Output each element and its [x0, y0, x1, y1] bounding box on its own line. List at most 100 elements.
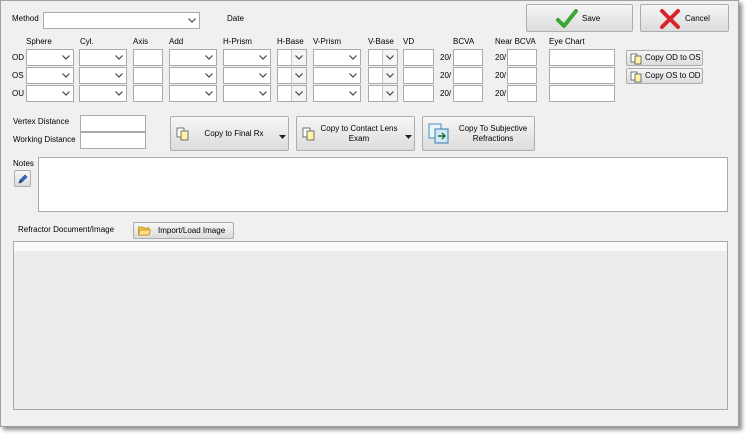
col-bcva: BCVA: [453, 37, 475, 46]
row-label: OD: [12, 53, 24, 62]
chevron-down-icon: [112, 68, 126, 83]
image-viewer[interactable]: [13, 241, 728, 410]
copy-os-to-od-button[interactable]: Copy OS to OD: [626, 68, 703, 84]
chevron-down-icon: [382, 50, 397, 65]
add-select[interactable]: [169, 67, 217, 84]
near-bcva-input[interactable]: [507, 49, 537, 66]
dropdown-arrow-icon: [279, 132, 286, 141]
chevron-down-icon: [291, 68, 306, 83]
chevron-down-icon: [346, 68, 360, 83]
chevron-down-icon: [291, 50, 306, 65]
copy-pages-icon: [428, 123, 450, 147]
near-bcva-input[interactable]: [507, 67, 537, 84]
working-distance-input[interactable]: [80, 132, 146, 149]
hbase-select[interactable]: [277, 67, 307, 84]
vprism-select[interactable]: [313, 85, 361, 102]
copy-icon: [176, 127, 190, 143]
vbase-select[interactable]: [368, 67, 398, 84]
sphere-select[interactable]: [26, 67, 74, 84]
checkmark-icon: [556, 8, 578, 32]
hbase-select[interactable]: [277, 85, 307, 102]
cyl-select[interactable]: [79, 85, 127, 102]
vd-input[interactable]: [403, 85, 434, 102]
axis-input[interactable]: [133, 67, 163, 84]
copy-to-contact-lens-button[interactable]: Copy to Contact Lens Exam: [296, 116, 415, 151]
chevron-down-icon: [346, 86, 360, 101]
near-bcva-prefix: 20/: [495, 89, 507, 98]
cyl-select[interactable]: [79, 67, 127, 84]
save-button[interactable]: Save: [526, 4, 633, 32]
copy-icon: [630, 53, 642, 67]
col-vd: VD: [403, 37, 415, 46]
eye-chart-input[interactable]: [549, 49, 615, 66]
copy-to-subjective-button[interactable]: Copy To Subjective Refractions: [422, 116, 535, 151]
chevron-down-icon: [202, 86, 216, 101]
date-label: Date: [227, 14, 244, 23]
copy-icon: [630, 71, 642, 85]
folder-open-icon: [138, 225, 151, 238]
bcva-prefix: 20/: [440, 89, 452, 98]
hprism-select[interactable]: [223, 67, 271, 84]
sphere-select[interactable]: [26, 85, 74, 102]
notes-label: Notes: [13, 159, 34, 168]
near-bcva-prefix: 20/: [495, 53, 507, 62]
add-select[interactable]: [169, 49, 217, 66]
chevron-down-icon: [59, 50, 73, 65]
chevron-down-icon: [112, 86, 126, 101]
axis-input[interactable]: [133, 85, 163, 102]
chevron-down-icon: [256, 68, 270, 83]
sphere-select[interactable]: [26, 49, 74, 66]
bcva-prefix: 20/: [440, 53, 452, 62]
col-vprism: V-Prism: [313, 37, 341, 46]
col-near-bcva: Near BCVA: [495, 37, 536, 46]
col-cyl: Cyl.: [80, 37, 94, 46]
col-eye-chart: Eye Chart: [549, 37, 585, 46]
eye-chart-input[interactable]: [549, 67, 615, 84]
method-select[interactable]: [43, 12, 200, 29]
vertex-distance-label: Vertex Distance: [13, 117, 70, 126]
col-add: Add: [169, 37, 184, 46]
vbase-select[interactable]: [368, 85, 398, 102]
vertex-distance-input[interactable]: [80, 115, 146, 132]
add-select[interactable]: [169, 85, 217, 102]
col-sphere: Sphere: [26, 37, 52, 46]
near-bcva-input[interactable]: [507, 85, 537, 102]
vd-input[interactable]: [403, 67, 434, 84]
col-hprism: H-Prism: [223, 37, 252, 46]
chevron-down-icon: [59, 68, 73, 83]
hprism-select[interactable]: [223, 85, 271, 102]
hbase-select[interactable]: [277, 49, 307, 66]
vprism-select[interactable]: [313, 49, 361, 66]
bcva-input[interactable]: [453, 49, 483, 66]
copy-to-final-rx-button[interactable]: Copy to Final Rx: [170, 116, 289, 151]
cancel-button[interactable]: Cancel: [640, 4, 729, 32]
hprism-select[interactable]: [223, 49, 271, 66]
chevron-down-icon: [185, 13, 199, 28]
refraction-panel: Method Date Save Cancel Sphere Cyl. Axis…: [0, 0, 739, 427]
row-label: OU: [12, 89, 24, 98]
cyl-select[interactable]: [79, 49, 127, 66]
image-viewer-header: [14, 242, 727, 251]
import-load-image-button[interactable]: Import/Load Image: [133, 222, 234, 239]
col-vbase: V-Base: [368, 37, 394, 46]
notes-edit-button[interactable]: [14, 170, 31, 187]
chevron-down-icon: [382, 68, 397, 83]
eye-chart-input[interactable]: [549, 85, 615, 102]
col-hbase: H-Base: [277, 37, 304, 46]
method-label: Method: [12, 14, 39, 23]
bcva-input[interactable]: [453, 85, 483, 102]
chevron-down-icon: [202, 50, 216, 65]
vd-input[interactable]: [403, 49, 434, 66]
chevron-down-icon: [202, 68, 216, 83]
vprism-select[interactable]: [313, 67, 361, 84]
col-axis: Axis: [133, 37, 149, 46]
chevron-down-icon: [256, 50, 270, 65]
working-distance-label: Working Distance: [13, 135, 76, 144]
vbase-select[interactable]: [368, 49, 398, 66]
notes-textarea[interactable]: [38, 157, 728, 212]
copy-icon: [302, 127, 316, 143]
copy-od-to-os-button[interactable]: Copy OD to OS: [626, 50, 703, 66]
axis-input[interactable]: [133, 49, 163, 66]
chevron-down-icon: [291, 86, 306, 101]
bcva-input[interactable]: [453, 67, 483, 84]
